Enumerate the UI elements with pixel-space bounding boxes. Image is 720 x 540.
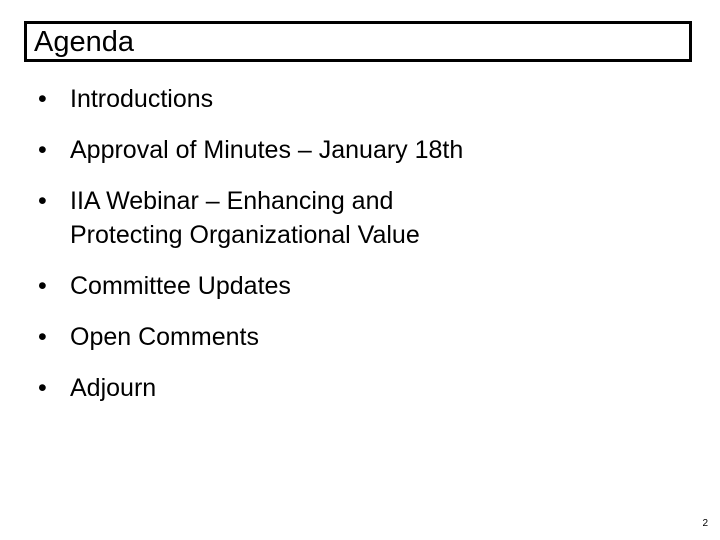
slide-canvas: Agenda • Introductions • Approval of Min… [0,0,720,540]
list-item-label: Adjourn [70,374,157,402]
list-item-label: Introductions [70,85,214,113]
list-item: • Approval of Minutes – January 18th [24,133,624,167]
list-item: • Open Comments [24,320,624,354]
page-number: 2 [702,518,708,529]
title-placeholder-box: Agenda [24,21,692,62]
bullet-icon: • [38,323,47,351]
bullet-icon: • [38,374,47,402]
list-item-label: Approval of Minutes – January 18th [70,136,464,164]
list-item-label: Open Comments [70,323,259,351]
bullet-icon: • [38,85,47,113]
bullet-icon: • [38,272,47,300]
list-item: • Introductions [24,82,624,116]
list-item-label: Committee Updates [70,272,291,300]
page-title: Agenda [34,25,134,58]
bullet-icon: • [38,187,47,215]
bullet-icon: • [38,136,47,164]
agenda-bullet-list: • Introductions • Approval of Minutes – … [24,82,624,405]
list-item: • Adjourn [24,371,624,405]
list-item: • IIA Webinar – Enhancing and Protecting… [24,184,510,252]
list-item-label: IIA Webinar – Enhancing and Protecting O… [70,187,420,249]
list-item: • Committee Updates [24,269,624,303]
